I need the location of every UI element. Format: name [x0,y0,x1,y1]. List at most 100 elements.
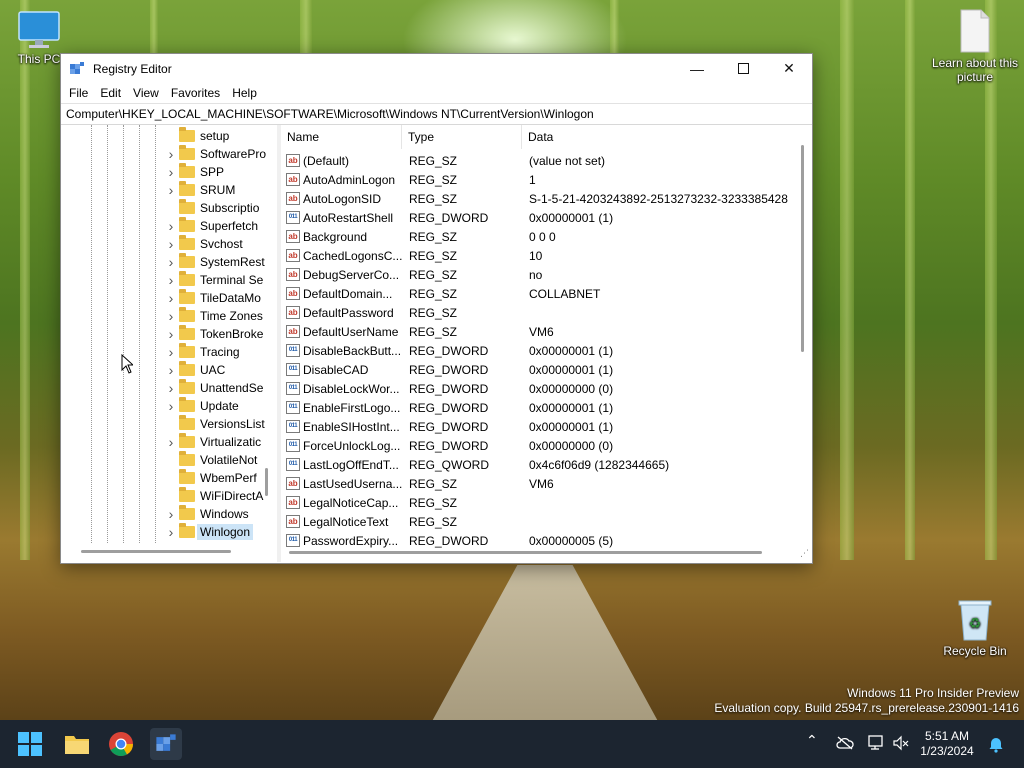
tree-item[interactable]: › Virtualizatic [166,433,276,451]
table-row[interactable]: ab LastUsedUserna... REG_SZ VM6 [281,474,801,493]
tree-item[interactable]: › UAC [166,361,276,379]
registry-editor-window[interactable]: Registry Editor — ✕ File Edit View Favor… [60,53,813,564]
table-row[interactable]: ab DebugServerCo... REG_SZ no [281,265,801,284]
chevron-right-icon[interactable]: › [166,398,176,414]
resize-grip-icon[interactable]: ⋰ [800,548,809,559]
tree-item[interactable]: › TileDataMo [166,289,276,307]
value-name: 011 LastLogOffEndT... [281,458,402,472]
maximize-button[interactable] [720,54,766,83]
menu-view[interactable]: View [127,86,165,100]
start-button[interactable] [14,728,46,760]
chevron-up-icon[interactable]: ⌃ [806,732,818,749]
chevron-right-icon[interactable]: › [166,308,176,324]
chevron-right-icon[interactable]: › [166,146,176,162]
tree-item[interactable]: › SystemRest [166,253,276,271]
tree-item[interactable]: VolatileNot [166,451,276,469]
tree-item[interactable]: › Terminal Se [166,271,276,289]
chevron-right-icon[interactable]: › [166,506,176,522]
tree-horizontal-scrollbar[interactable] [81,550,231,553]
table-row[interactable]: ab DefaultUserName REG_SZ VM6 [281,322,801,341]
key-tree[interactable]: setup › SoftwarePro › SPP › SRUM Subscriptio › Su… [61,125,278,562]
tree-item[interactable]: VersionsList [166,415,276,433]
chevron-right-icon[interactable]: › [166,524,176,540]
table-row[interactable]: 011 ForceUnlockLog... REG_DWORD 0x00000000 … [281,436,801,455]
table-row[interactable]: ab LegalNoticeCap... REG_SZ [281,493,801,512]
column-header-type[interactable]: Type [402,125,522,149]
tree-item[interactable]: › SoftwarePro [166,145,276,163]
title-bar[interactable]: Registry Editor — ✕ [61,54,812,83]
folder-icon [179,397,195,412]
table-row[interactable]: 011 PasswordExpiry... REG_DWORD 0x00000005 … [281,531,801,550]
chevron-right-icon[interactable]: › [166,182,176,198]
table-row[interactable]: ab Background REG_SZ 0 0 0 [281,227,801,246]
minimize-button[interactable]: — [674,54,720,83]
table-row[interactable]: 011 AutoRestartShell REG_DWORD 0x00000001 (… [281,208,801,227]
list-horizontal-scrollbar[interactable] [289,551,762,554]
chevron-right-icon[interactable]: › [166,272,176,288]
close-button[interactable]: ✕ [766,54,812,83]
address-bar[interactable]: Computer\HKEY_LOCAL_MACHINE\SOFTWARE\Mic… [61,103,812,125]
tree-item[interactable]: WiFiDirectA [166,487,276,505]
menu-favorites[interactable]: Favorites [165,86,226,100]
table-row[interactable]: 011 DisableCAD REG_DWORD 0x00000001 (1) [281,360,801,379]
taskbar-file-explorer[interactable] [61,728,93,760]
notification-bell-icon[interactable] [988,735,1004,753]
table-row[interactable]: 011 DisableBackButt... REG_DWORD 0x00000001… [281,341,801,360]
tree-item[interactable]: › TokenBroke [166,325,276,343]
table-row[interactable]: ab AutoAdminLogon REG_SZ 1 [281,170,801,189]
menu-edit[interactable]: Edit [94,86,127,100]
folder-icon [179,181,195,196]
tree-item[interactable]: › SRUM [166,181,276,199]
values-list[interactable]: Name Type Data ⋰ ab (Default) REG_SZ (value… [281,125,812,562]
tree-item[interactable]: › Svchost [166,235,276,253]
table-row[interactable]: 011 EnableSIHostInt... REG_DWORD 0x00000001… [281,417,801,436]
tree-item[interactable]: › Windows [166,505,276,523]
chevron-right-icon[interactable]: › [166,254,176,270]
volume-mute-icon[interactable] [893,735,909,751]
table-row[interactable]: 011 LastLogOffEndT... REG_QWORD 0x4c6f06d9 … [281,455,801,474]
tree-item[interactable]: › Update [166,397,276,415]
chevron-right-icon[interactable]: › [166,434,176,450]
tree-item[interactable]: › UnattendSe [166,379,276,397]
chevron-right-icon[interactable]: › [166,362,176,378]
taskbar-clock[interactable]: 5:51 AM 1/23/2024 [912,729,982,759]
table-row[interactable]: ab DefaultPassword REG_SZ [281,303,801,322]
desktop-icon-learn-about-picture[interactable]: Learn about this picture [930,8,1020,84]
file-explorer-icon [65,736,89,754]
value-data: 0x00000001 (1) [529,400,614,415]
tree-item[interactable]: WbemPerf [166,469,276,487]
menu-file[interactable]: File [63,86,94,100]
table-row[interactable]: 011 EnableFirstLogo... REG_DWORD 0x00000001… [281,398,801,417]
tree-item[interactable]: › Time Zones [166,307,276,325]
column-header-data[interactable]: Data [522,125,792,149]
taskbar-chrome[interactable] [105,728,137,760]
table-row[interactable]: ab AutoLogonSID REG_SZ S-1-5-21-4203243892-… [281,189,801,208]
taskbar-registry-editor[interactable] [150,728,182,760]
chevron-right-icon[interactable]: › [166,380,176,396]
address-path[interactable]: Computer\HKEY_LOCAL_MACHINE\SOFTWARE\Mic… [66,107,594,121]
menu-help[interactable]: Help [226,86,263,100]
column-header-name[interactable]: Name [281,125,402,149]
tree-item[interactable]: › Winlogon [166,523,276,541]
value-name-text: AutoLogonSID [303,191,382,206]
tree-item[interactable]: › Tracing [166,343,276,361]
table-row[interactable]: ab (Default) REG_SZ (value not set) [281,151,801,170]
chevron-right-icon[interactable]: › [166,326,176,342]
table-row[interactable]: 011 DisableLockWor... REG_DWORD 0x00000000 … [281,379,801,398]
list-vertical-scrollbar[interactable] [801,145,804,352]
chevron-right-icon[interactable]: › [166,344,176,360]
chevron-right-icon[interactable]: › [166,164,176,180]
chevron-right-icon[interactable]: › [166,290,176,306]
tree-item[interactable]: › Superfetch [166,217,276,235]
chevron-right-icon[interactable]: › [166,218,176,234]
cloud-off-icon[interactable] [836,736,854,750]
table-row[interactable]: ab CachedLogonsC... REG_SZ 10 [281,246,801,265]
tree-item[interactable]: Subscriptio [166,199,276,217]
table-row[interactable]: ab DefaultDomain... REG_SZ COLLABNET [281,284,801,303]
tree-item[interactable]: › SPP [166,163,276,181]
network-icon[interactable] [868,735,886,751]
desktop-icon-recycle-bin[interactable]: ♻ Recycle Bin [930,598,1020,658]
tree-item[interactable]: setup [166,127,276,145]
chevron-right-icon[interactable]: › [166,236,176,252]
table-row[interactable]: ab LegalNoticeText REG_SZ [281,512,801,531]
